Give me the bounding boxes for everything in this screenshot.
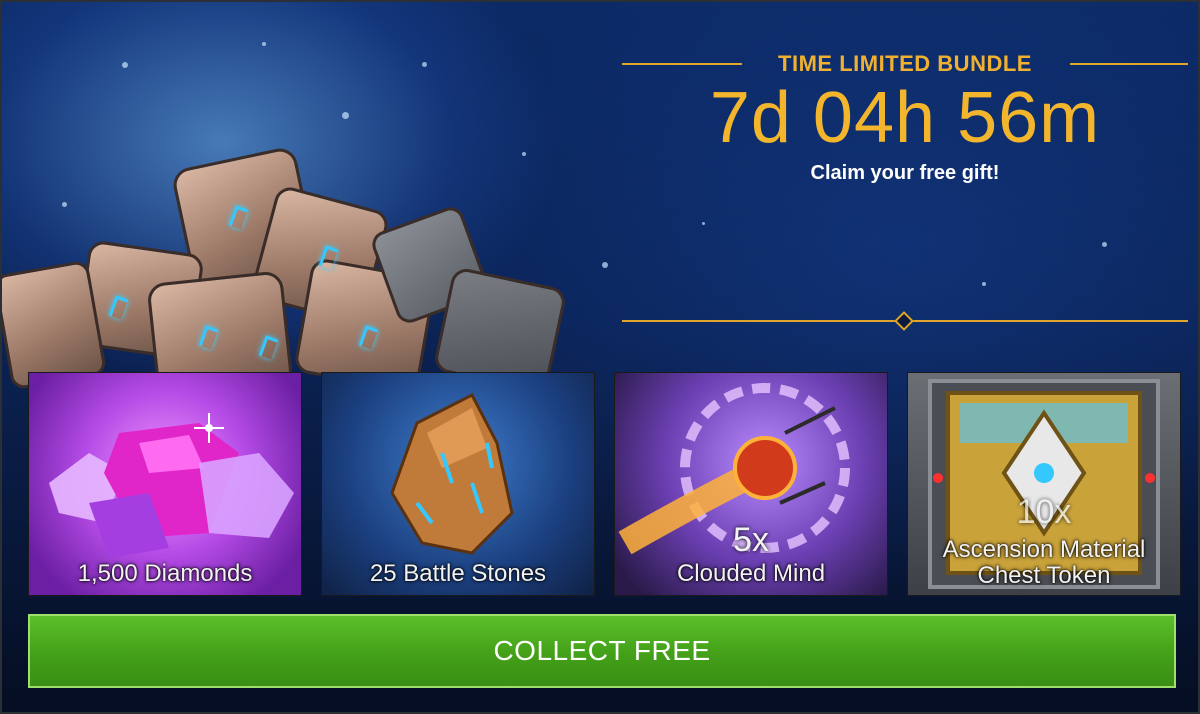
reward-label-line1: Ascension Material: [942, 536, 1146, 563]
countdown-timer: 7d 04h 56m: [709, 78, 1101, 158]
reward-card-diamonds[interactable]: 1,500 Diamonds: [28, 372, 302, 596]
snow-particle: [982, 282, 986, 286]
reward-quantity: 5x: [733, 521, 769, 559]
bundle-header: TIME LIMITED BUNDLE 7d 04h 56m Claim you…: [622, 46, 1188, 185]
reward-label: Ascension Material Chest Token: [908, 537, 1180, 589]
snow-particle: [422, 62, 427, 67]
snow-particle: [702, 222, 705, 225]
bundle-title: TIME LIMITED BUNDLE: [778, 51, 1032, 76]
reward-quantity: 10x: [1016, 493, 1072, 531]
reward-list: 1,500 Diamonds 25 Battle Stones 5x Cloud…: [28, 372, 1181, 596]
reward-card-battle-stones[interactable]: 25 Battle Stones: [321, 372, 595, 596]
snow-particle: [122, 62, 128, 68]
reward-card-chest-token[interactable]: 10x Ascension Material Chest Token: [907, 372, 1181, 596]
bundle-offer-panel: TIME LIMITED BUNDLE 7d 04h 56m Claim you…: [0, 0, 1200, 714]
snow-particle: [1102, 242, 1107, 247]
title-row: TIME LIMITED BUNDLE: [622, 46, 1188, 82]
reward-label: 1,500 Diamonds: [77, 560, 253, 587]
collect-free-button[interactable]: COLLECT FREE: [28, 614, 1176, 688]
snow-particle: [342, 112, 349, 119]
claim-subtitle: Claim your free gift!: [810, 162, 1000, 184]
reward-card-clouded-mind[interactable]: 5x Clouded Mind: [614, 372, 888, 596]
divider-ornament-icon: [894, 311, 914, 331]
reward-label: Clouded Mind: [676, 560, 826, 587]
reward-label-line2: Chest Token: [977, 562, 1111, 589]
title-rule-right: [1070, 63, 1188, 65]
reward-label: 25 Battle Stones: [369, 560, 547, 587]
snow-particle: [262, 42, 266, 46]
rune-rock-pile-art: [2, 137, 622, 400]
title-rule-left: [622, 63, 742, 65]
